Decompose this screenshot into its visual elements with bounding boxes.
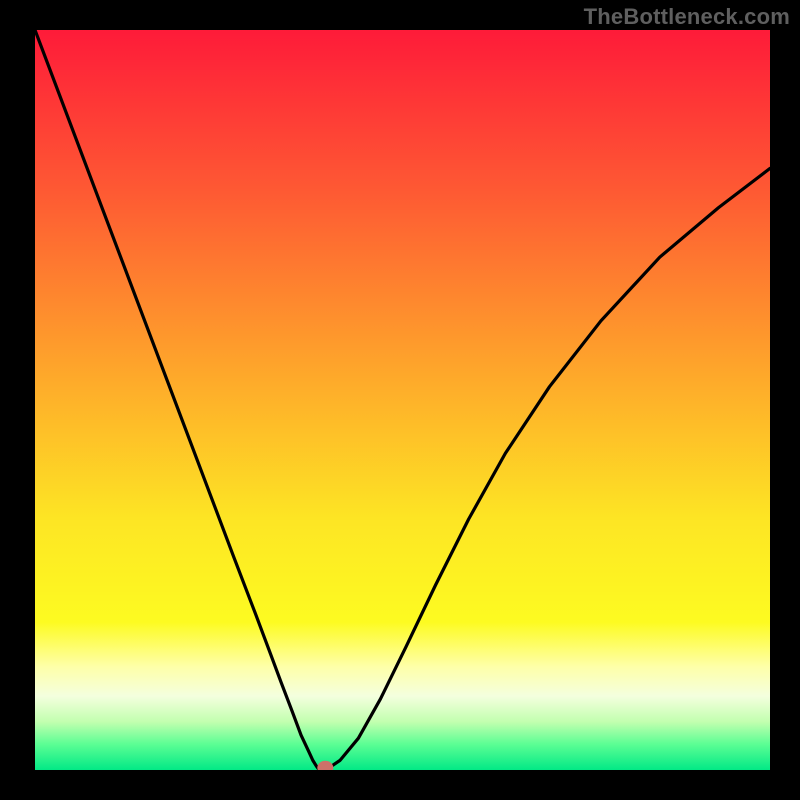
watermark-label: TheBottleneck.com	[584, 4, 790, 30]
gradient-background	[35, 30, 770, 770]
chart-stage: TheBottleneck.com	[0, 0, 800, 800]
plot-area	[35, 30, 770, 770]
plot-svg	[35, 30, 770, 770]
